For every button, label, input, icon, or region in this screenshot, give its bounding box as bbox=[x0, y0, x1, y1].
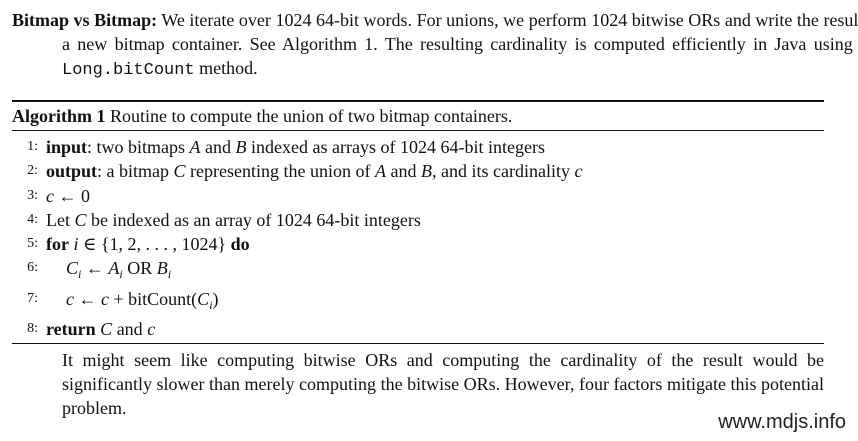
keyword: return bbox=[46, 319, 96, 340]
intro-text-2: method. bbox=[199, 58, 258, 78]
algo-caption-text: Routine to compute the union of two bitm… bbox=[110, 106, 513, 126]
line-text: and bbox=[390, 161, 417, 182]
math-var: c bbox=[574, 161, 583, 182]
operator-text: OR bbox=[127, 258, 153, 279]
keyword: do bbox=[230, 234, 250, 255]
line-number: 7: bbox=[27, 290, 38, 306]
line-text: representing the union of bbox=[190, 161, 371, 182]
math-subscript: i bbox=[167, 267, 172, 282]
algo-line-4: 4: Let C be indexed as an array of 1024 … bbox=[12, 208, 824, 232]
arrow-symbol: ← bbox=[58, 185, 77, 206]
math-set: {1, 2, . . . , 1024} bbox=[100, 234, 227, 255]
algo-lines: 1: input: two bitmaps A and B indexed as… bbox=[12, 131, 824, 343]
line-number: 5: bbox=[27, 236, 38, 252]
math-var: C bbox=[66, 258, 79, 279]
algo-line-7: 7: c ← c + bitCount(Ci) bbox=[12, 287, 824, 317]
algo-line-1: 1: input: two bitmaps A and B indexed as… bbox=[12, 135, 824, 159]
math-var: B bbox=[156, 258, 168, 279]
line-text: and bbox=[116, 319, 143, 340]
algo-line-3: 3: c ← 0 bbox=[12, 184, 824, 208]
math-var: B bbox=[420, 161, 432, 182]
line-text: , and its cardinality bbox=[431, 161, 570, 182]
line-number: 3: bbox=[27, 187, 38, 203]
math-var: c bbox=[66, 288, 74, 309]
math-var: i bbox=[73, 234, 79, 255]
keyword: for bbox=[46, 234, 69, 255]
algorithm-box: Algorithm 1 Routine to compute the union… bbox=[12, 100, 824, 345]
math-var: C bbox=[197, 288, 210, 309]
math-var: C bbox=[100, 319, 113, 340]
math-subscript: i bbox=[119, 267, 123, 282]
intro-paragraph: Bitmap vs Bitmap: We iterate over 1024 6… bbox=[12, 8, 858, 83]
line-text: : two bitmaps bbox=[87, 137, 186, 157]
math-subscript: i bbox=[78, 267, 82, 282]
algo-caption: Algorithm 1 Routine to compute the union… bbox=[12, 102, 824, 130]
line-number: 8: bbox=[27, 321, 38, 337]
math-value: 0 bbox=[81, 185, 90, 206]
math-var: A bbox=[374, 161, 386, 182]
math-var: A bbox=[108, 258, 120, 279]
math-var: C bbox=[74, 209, 87, 230]
math-var: C bbox=[173, 161, 186, 182]
closing-paragraph: It might seem like computing bitwise ORs… bbox=[62, 350, 824, 418]
math-var: c bbox=[147, 319, 156, 340]
intro-code: Long.bitCount bbox=[62, 61, 195, 80]
algo-line-8: 8: return C and c bbox=[12, 317, 824, 341]
math-var: B bbox=[235, 137, 247, 157]
line-number: 1: bbox=[27, 139, 38, 154]
algo-line-5: 5: for i ∈ {1, 2, . . . , 1024} do bbox=[12, 232, 824, 256]
line-number: 6: bbox=[27, 260, 38, 276]
watermark: www.mdjs.info bbox=[718, 411, 846, 433]
algo-line-6: 6: Ci ← Ai OR Bi bbox=[12, 256, 824, 286]
intro-text-1: We iterate over 1024 64-bit words. For u… bbox=[62, 10, 858, 54]
line-text: be indexed as an array of 1024 64-bit in… bbox=[91, 209, 421, 230]
line-text: and bbox=[205, 137, 232, 157]
function-name: bitCount( bbox=[128, 288, 198, 309]
math-var: c bbox=[101, 288, 109, 309]
element-of-symbol: ∈ bbox=[83, 234, 97, 255]
intro-label: Bitmap vs Bitmap: bbox=[12, 10, 158, 30]
line-number: 2: bbox=[27, 163, 38, 179]
keyword: input bbox=[46, 137, 88, 157]
line-text: indexed as arrays of 1024 64-bit integer… bbox=[251, 137, 545, 157]
line-text: : a bitmap bbox=[97, 161, 170, 182]
math-var: A bbox=[189, 137, 201, 157]
keyword: output bbox=[46, 161, 98, 182]
line-text: Let bbox=[46, 209, 70, 230]
algo-label: Algorithm 1 bbox=[12, 106, 106, 126]
algo-bottom-rule bbox=[12, 343, 824, 345]
algo-line-2: 2: output: a bitmap C representing the u… bbox=[12, 159, 824, 183]
arrow-symbol: ← bbox=[78, 288, 97, 309]
plus-symbol: + bbox=[113, 288, 124, 309]
arrow-symbol: ← bbox=[85, 258, 104, 279]
math-var: c bbox=[46, 185, 54, 206]
close-paren: ) bbox=[212, 288, 219, 309]
line-number: 4: bbox=[27, 211, 38, 227]
